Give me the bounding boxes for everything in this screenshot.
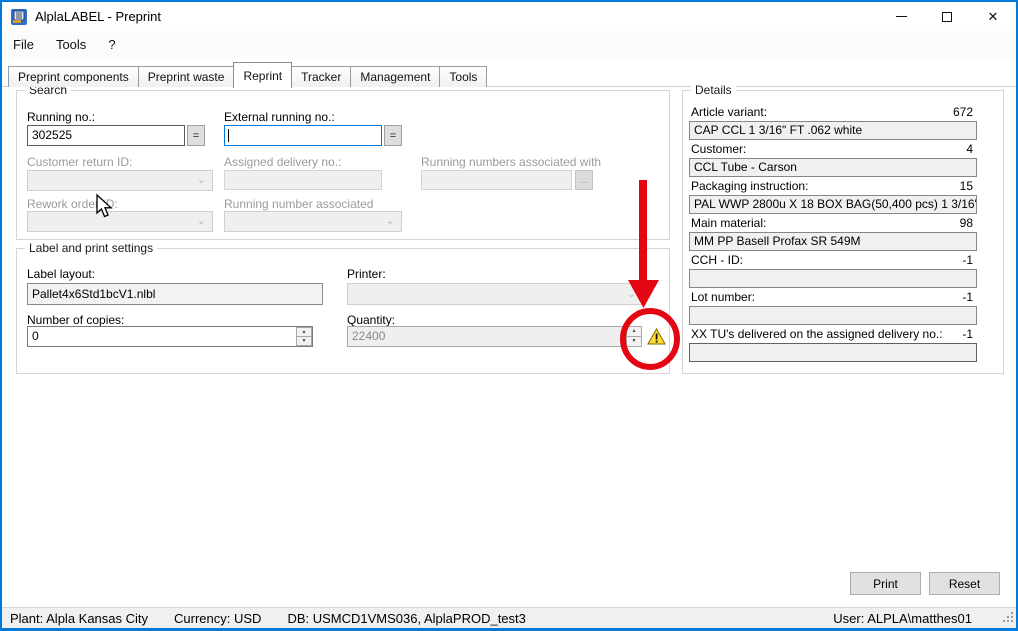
title-bar: AlplaLABEL - Preprint ✕ — [2, 2, 1016, 31]
number-of-copies-spinner: ▲ ▼ — [296, 327, 312, 346]
detail-id: 4 — [966, 142, 973, 156]
quantity-label: Quantity: — [347, 313, 395, 327]
window-controls: ✕ — [878, 2, 1016, 31]
label-layout-combobox[interactable]: Pallet4x6Std1bcV1.nlbl — [27, 283, 323, 305]
external-running-no-label: External running no.: — [224, 110, 335, 124]
reset-button[interactable]: Reset — [929, 572, 1000, 595]
details-group-title: Details — [691, 83, 736, 97]
number-of-copies-label: Number of copies: — [27, 313, 124, 327]
running-no-input[interactable]: 302525 — [27, 125, 185, 146]
app-icon — [11, 9, 27, 25]
menu-help[interactable]: ? — [97, 33, 126, 56]
assigned-delivery-no-input — [224, 170, 382, 190]
detail-value: MM PP Basell Profax SR 549M — [689, 232, 977, 251]
detail-id: 98 — [960, 216, 973, 230]
running-number-associated-combobox: ⌄ — [224, 211, 402, 232]
minimize-icon — [896, 16, 907, 17]
detail-id: -1 — [962, 253, 973, 267]
app-window: AlplaLABEL - Preprint ✕ File Tools ? Pre… — [0, 0, 1018, 631]
running-numbers-browse-button: ... — [575, 170, 593, 190]
label-layout-label: Label layout: — [27, 267, 95, 281]
running-numbers-associated-with-label: Running numbers associated with — [421, 155, 601, 169]
number-of-copies-input[interactable]: 0 — [27, 326, 313, 347]
detail-id: -1 — [962, 290, 973, 304]
close-button[interactable]: ✕ — [970, 2, 1016, 31]
printer-label: Printer: — [347, 267, 386, 281]
tab-preprint-waste[interactable]: Preprint waste — [138, 66, 235, 87]
tab-reprint[interactable]: Reprint — [233, 62, 292, 88]
menu-bar: File Tools ? — [2, 31, 1016, 58]
menu-tools[interactable]: Tools — [45, 33, 97, 56]
printer-combobox: ⌄ — [347, 283, 643, 305]
quantity-spinner: ▲ ▼ — [626, 326, 642, 347]
close-icon: ✕ — [988, 10, 999, 23]
status-user: User: ALPLA\matthes01 — [833, 611, 972, 626]
chevron-down-icon: ⌄ — [627, 287, 636, 300]
assigned-delivery-no-label: Assigned delivery no.: — [224, 155, 341, 169]
detail-value — [689, 306, 977, 325]
print-button[interactable]: Print — [850, 572, 921, 595]
status-bar: Plant: Alpla Kansas City Currency: USD D… — [2, 607, 1016, 628]
detail-label: XX TU's delivered on the assigned delive… — [691, 327, 943, 341]
detail-id: -1 — [962, 327, 973, 341]
rework-order-id-label: Rework order ID: — [27, 197, 118, 211]
detail-value: CCL Tube - Carson — [689, 158, 977, 177]
chevron-down-icon: ⌄ — [197, 173, 206, 186]
label-print-settings-title: Label and print settings — [25, 241, 157, 255]
detail-label: Lot number: — [691, 290, 755, 304]
rework-order-id-combobox: ⌄ — [27, 211, 213, 232]
warning-icon — [647, 328, 666, 345]
tab-management[interactable]: Management — [350, 66, 440, 87]
maximize-button[interactable] — [924, 2, 970, 31]
detail-id: 15 — [960, 179, 973, 193]
running-numbers-associated-with-input — [421, 170, 572, 190]
tab-tracker[interactable]: Tracker — [291, 66, 351, 87]
detail-value — [689, 269, 977, 288]
detail-label: Main material: — [691, 216, 766, 230]
quantity-input: 22400 — [347, 326, 624, 347]
status-db: DB: USMCD1VMS036, AlplaPROD_test3 — [287, 611, 525, 626]
detail-label: Article variant: — [691, 105, 767, 119]
status-plant: Plant: Alpla Kansas City — [10, 611, 148, 626]
window-title: AlplaLABEL - Preprint — [35, 9, 161, 24]
menu-file[interactable]: File — [2, 33, 45, 56]
resize-grip-icon[interactable] — [1001, 610, 1014, 626]
customer-return-id-label: Customer return ID: — [27, 155, 132, 169]
details-group: Details Article variant: 672 CAP CCL 1 3… — [682, 90, 1004, 374]
spin-up-button[interactable]: ▲ — [626, 326, 642, 337]
maximize-icon — [942, 12, 952, 22]
label-print-settings-group: Label and print settings Label layout: P… — [16, 248, 670, 374]
detail-value: PAL WWP 2800u X 18 BOX BAG(50,400 pcs) 1… — [689, 195, 977, 214]
spin-down-button[interactable]: ▼ — [626, 337, 642, 347]
minimize-button[interactable] — [878, 2, 924, 31]
tab-strip: Preprint components Preprint waste Repri… — [2, 60, 1016, 87]
spin-up-button[interactable]: ▲ — [296, 327, 312, 337]
detail-label: CCH - ID: — [691, 253, 743, 267]
tab-tools[interactable]: Tools — [439, 66, 487, 87]
detail-label: Packaging instruction: — [691, 179, 808, 193]
running-no-label: Running no.: — [27, 110, 95, 124]
detail-id: 672 — [953, 105, 973, 119]
running-number-associated-label: Running number associated — [224, 197, 373, 211]
search-group: Search Running no.: 302525 = External ru… — [16, 90, 670, 240]
detail-value: CAP CCL 1 3/16" FT .062 white — [689, 121, 977, 140]
tab-preprint-components[interactable]: Preprint components — [8, 66, 139, 87]
customer-return-id-combobox: ⌄ — [27, 170, 213, 191]
detail-value — [689, 343, 977, 362]
status-currency: Currency: USD — [174, 611, 261, 626]
external-running-no-equals-button[interactable]: = — [384, 125, 402, 146]
detail-label: Customer: — [691, 142, 746, 156]
chevron-down-icon: ⌄ — [386, 214, 395, 227]
chevron-down-icon: ⌄ — [197, 214, 206, 227]
running-no-equals-button[interactable]: = — [187, 125, 205, 146]
spin-down-button[interactable]: ▼ — [296, 337, 312, 346]
tab-page-reprint: Search Running no.: 302525 = External ru… — [2, 87, 1016, 607]
external-running-no-input[interactable] — [224, 125, 382, 146]
text-caret — [228, 129, 229, 142]
